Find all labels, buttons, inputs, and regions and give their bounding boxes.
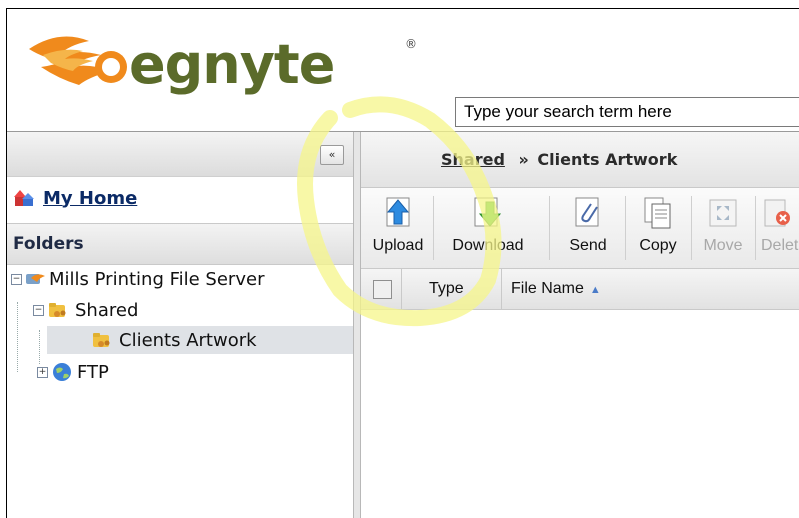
tree-item-server[interactable]: − Mills Printing File Server — [11, 265, 351, 293]
toolbar-separator — [625, 196, 626, 260]
sidebar-topbar: « — [7, 132, 353, 177]
tree-item-ftp[interactable]: + FTP — [37, 358, 337, 386]
copy-button[interactable]: Copy — [629, 188, 687, 268]
paperclip-icon — [575, 197, 599, 227]
column-header-type[interactable]: Type — [429, 280, 464, 298]
flame-logo-icon — [29, 36, 127, 85]
copy-icon — [644, 197, 671, 229]
toolbar-separator — [755, 196, 756, 260]
shared-folder-icon — [93, 333, 110, 347]
download-label: Download — [452, 237, 524, 254]
tree-item-label: Clients Artwork — [119, 329, 257, 351]
search-input[interactable]: Type your search term here — [455, 97, 799, 127]
server-icon — [26, 274, 45, 284]
column-separator — [401, 269, 402, 309]
toolbar-separator — [433, 196, 434, 260]
toolbar-separator — [691, 196, 692, 260]
upload-button[interactable]: Upload — [367, 188, 429, 268]
breadcrumb-shared-link[interactable]: Shared — [441, 150, 505, 169]
globe-icon — [53, 363, 71, 381]
breadcrumb-separator: » — [518, 150, 529, 169]
select-all-checkbox[interactable] — [373, 280, 392, 299]
collapse-toggle-icon[interactable]: − — [33, 304, 44, 316]
header: egnyte ® Type your search term here — [7, 9, 799, 131]
move-label: Move — [703, 237, 743, 254]
delete-label: Delet — [761, 237, 799, 254]
my-home-link[interactable]: My Home — [13, 184, 137, 212]
expand-toggle-icon[interactable]: + — [37, 366, 48, 378]
egnyte-logo[interactable]: egnyte ® — [19, 19, 419, 99]
delete-icon — [764, 199, 790, 227]
sidebar: « My Home Folders − Mills Printing File — [7, 132, 353, 518]
sort-ascending-icon: ▲ — [589, 284, 601, 296]
column-separator — [501, 269, 502, 309]
copy-label: Copy — [639, 237, 677, 254]
breadcrumb-current: Clients Artwork — [537, 150, 678, 169]
app-frame: egnyte ® Type your search term here « My… — [6, 8, 799, 518]
file-name-label: File Name — [511, 280, 584, 297]
download-button[interactable]: Download — [437, 188, 539, 268]
registered-mark: ® — [405, 37, 417, 51]
delete-button[interactable]: Delet — [761, 188, 799, 268]
tree-item-shared[interactable]: − Shared — [33, 296, 351, 324]
folders-header: Folders — [7, 223, 353, 265]
move-button[interactable]: Move — [695, 188, 751, 268]
shared-folder-icon — [49, 303, 66, 317]
file-grid-header: Type File Name ▲ — [361, 269, 799, 310]
send-label: Send — [569, 237, 607, 254]
panel-splitter[interactable] — [353, 132, 361, 518]
tree-item-label: Shared — [75, 299, 139, 321]
tree-item-clients-artwork[interactable]: Clients Artwork — [47, 326, 353, 354]
tree-item-label: FTP — [77, 361, 109, 383]
my-home-label: My Home — [43, 187, 138, 209]
logo-wordmark: egnyte — [129, 33, 335, 96]
toolbar: Upload Download Send Copy Move Delet — [361, 188, 799, 269]
toolbar-separator — [549, 196, 550, 260]
send-button[interactable]: Send — [555, 188, 621, 268]
collapse-toggle-icon[interactable]: − — [11, 273, 22, 285]
breadcrumb: Shared » Clients Artwork — [441, 150, 677, 169]
upload-icon — [386, 197, 410, 227]
move-icon — [709, 199, 737, 227]
tree-line — [17, 302, 18, 372]
upload-label: Upload — [372, 237, 424, 254]
column-header-file-name[interactable]: File Name ▲ — [511, 280, 601, 298]
download-icon — [474, 197, 502, 227]
main-panel: Shared » Clients Artwork Upload Download… — [361, 132, 799, 518]
tree-item-label: Mills Printing File Server — [49, 268, 265, 290]
home-icon — [14, 190, 34, 206]
folders-title: Folders — [13, 234, 84, 254]
collapse-sidebar-button[interactable]: « — [320, 145, 344, 165]
breadcrumb-bar: Shared » Clients Artwork — [361, 132, 799, 188]
